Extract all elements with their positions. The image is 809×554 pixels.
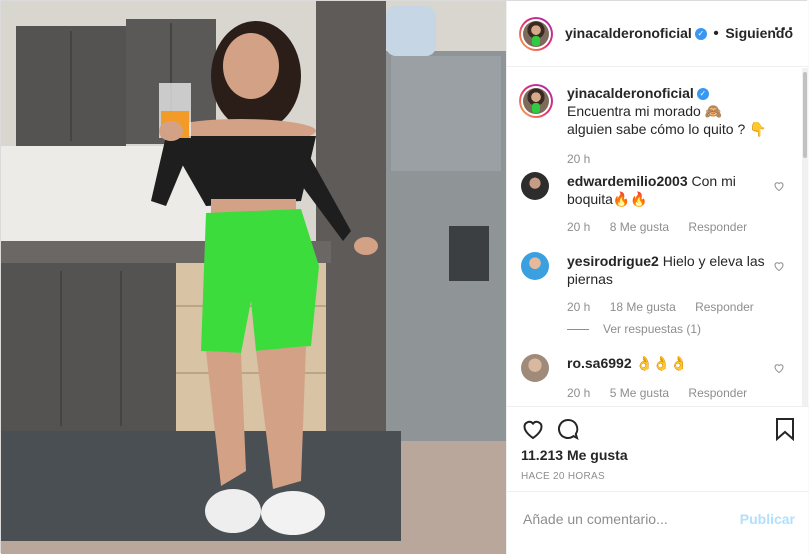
post-timestamp[interactable]: HACE 20 HORAS: [521, 471, 605, 482]
comment-likes[interactable]: 8 Me gusta: [610, 220, 669, 234]
comment-bubble-icon[interactable]: [556, 417, 580, 441]
commenter-avatar[interactable]: [521, 354, 549, 382]
like-comment-heart-icon[interactable]: [773, 260, 785, 272]
caption-text: Encuentra mi morado 🙈 alguien sabe cómo …: [567, 103, 767, 137]
comment-item: edwardemilio2003 Con mi boquita🔥🔥 20 h 8…: [521, 172, 791, 242]
comment-meta: 20 h 18 Me gusta Responder: [567, 298, 770, 316]
view-replies-button[interactable]: Ver respuestas (1): [567, 320, 701, 338]
post-sidebar: yinacalderonoficial ✓ • Siguiendo ··· yin…: [506, 1, 809, 554]
comment-likes[interactable]: 18 Me gusta: [610, 300, 676, 314]
more-options-icon[interactable]: ···: [774, 19, 795, 40]
like-comment-heart-icon[interactable]: [773, 180, 785, 192]
comment-meta: 20 h 5 Me gusta Responder: [567, 384, 763, 402]
post-modal: yinacalderonoficial ✓ • Siguiendo ··· yin…: [0, 0, 809, 554]
verified-badge-icon: ✓: [696, 88, 709, 101]
comment-text-block: edwardemilio2003 Con mi boquita🔥🔥: [567, 172, 771, 208]
post-photo[interactable]: [1, 1, 506, 554]
comment-item: ro.sa6992 👌👌👌 20 h 5 Me gusta Responder: [521, 354, 791, 406]
comment-text-block: yesirodrigue2 Hielo y eleva las piernas: [567, 252, 771, 288]
comment-text-block: ro.sa6992 👌👌👌: [567, 354, 771, 372]
commenter-avatar[interactable]: [521, 252, 549, 280]
comment-item: yesirodrigue2 Hielo y eleva las piernas …: [521, 252, 791, 347]
post-header: yinacalderonoficial ✓ • Siguiendo ···: [507, 1, 809, 67]
separator-dot: •: [713, 25, 719, 42]
comment-username[interactable]: edwardemilio2003: [567, 173, 688, 189]
comment-time[interactable]: 20 h: [567, 386, 590, 400]
save-bookmark-icon[interactable]: [775, 417, 795, 441]
reply-button[interactable]: Responder: [688, 386, 747, 400]
comment-username[interactable]: ro.sa6992: [567, 355, 632, 371]
commenter-avatar[interactable]: [521, 172, 549, 200]
caption: yinacalderonoficial ✓ Encuentra mi morado…: [519, 84, 791, 174]
caption-username[interactable]: yinacalderonoficial: [567, 85, 694, 101]
view-replies-label: Ver respuestas (1): [603, 322, 702, 336]
comment-input[interactable]: [521, 509, 735, 529]
comment-composer: Publicar: [507, 491, 809, 554]
reply-button[interactable]: Responder: [688, 220, 747, 234]
comment-likes[interactable]: 5 Me gusta: [610, 386, 669, 400]
scrollbar-thumb[interactable]: [803, 72, 807, 158]
like-count[interactable]: 11.213 Me gusta: [521, 447, 628, 463]
comment-text: 👌👌👌: [635, 355, 688, 371]
reply-button[interactable]: Responder: [695, 300, 754, 314]
author-username[interactable]: yinacalderonoficial: [565, 25, 692, 41]
caption-meta: 20 h: [567, 150, 606, 168]
comment-username[interactable]: yesirodrigue2: [567, 253, 659, 269]
publish-button[interactable]: Publicar: [740, 511, 795, 527]
comment-time[interactable]: 20 h: [567, 220, 590, 234]
like-comment-heart-icon[interactable]: [773, 362, 785, 374]
photo-scene: [1, 1, 506, 554]
comments-scrollbar[interactable]: [802, 68, 808, 406]
comment-meta: 20 h 8 Me gusta Responder: [567, 218, 763, 236]
author-line: yinacalderonoficial ✓ • Siguiendo: [565, 25, 793, 43]
post-actions: 11.213 Me gusta HACE 20 HORAS: [507, 406, 809, 496]
verified-badge-icon: ✓: [694, 27, 707, 40]
caption-text-block: yinacalderonoficial ✓ Encuentra mi morado…: [567, 84, 771, 138]
comment-time[interactable]: 20 h: [567, 300, 590, 314]
caption-avatar[interactable]: [519, 84, 553, 118]
comments-list[interactable]: yinacalderonoficial ✓ Encuentra mi morado…: [507, 68, 803, 406]
like-heart-icon[interactable]: [521, 417, 545, 441]
replies-divider: [567, 329, 589, 331]
author-avatar[interactable]: [519, 17, 553, 51]
caption-time[interactable]: 20 h: [567, 152, 590, 166]
